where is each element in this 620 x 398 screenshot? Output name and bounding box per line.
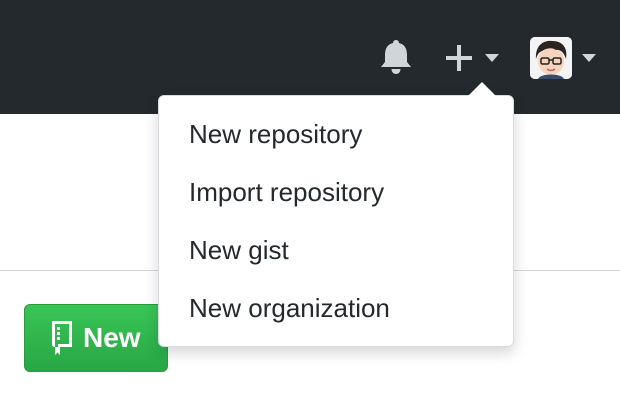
create-new-dropdown: New repository Import repository New gis… bbox=[158, 95, 514, 347]
new-button-label: New bbox=[83, 322, 141, 353]
bell-icon bbox=[381, 40, 411, 74]
plus-icon bbox=[446, 45, 472, 71]
dropdown-pointer bbox=[468, 82, 496, 96]
menu-item-new-gist[interactable]: New gist bbox=[159, 226, 513, 274]
notifications-button[interactable] bbox=[378, 36, 414, 76]
menu-item-import-repository[interactable]: Import repository bbox=[159, 168, 513, 216]
create-new-menu-button[interactable] bbox=[444, 40, 504, 76]
chevron-down-icon bbox=[485, 54, 499, 62]
repo-book-icon bbox=[52, 321, 72, 355]
user-menu-button[interactable] bbox=[530, 37, 600, 81]
menu-item-new-organization[interactable]: New organization bbox=[159, 284, 513, 332]
menu-item-new-repository[interactable]: New repository bbox=[159, 110, 513, 158]
new-repository-button[interactable]: New bbox=[24, 304, 168, 372]
avatar bbox=[530, 37, 572, 79]
chevron-down-icon bbox=[582, 54, 596, 62]
